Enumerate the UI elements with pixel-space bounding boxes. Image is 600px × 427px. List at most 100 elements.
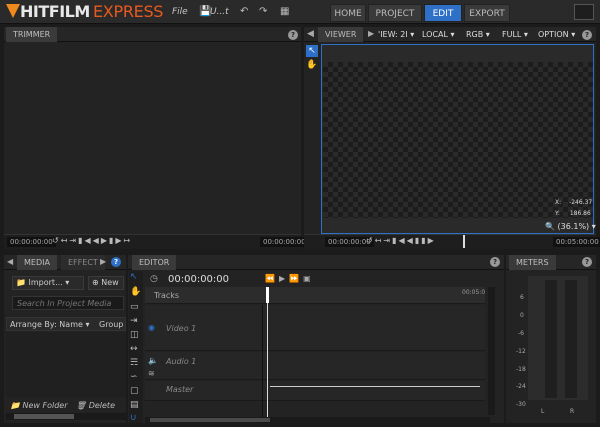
import-button[interactable]: 📁 Import... ▾ — [12, 276, 84, 290]
magnet-icon[interactable]: ∪ — [130, 413, 137, 423]
options-dropdown-label: OPTION — [538, 30, 569, 39]
timeline-nav-icons[interactable]: ⏪▶⏩▣ — [265, 274, 315, 283]
trimmer-transport-icons[interactable]: ↺↤⇥▮◀◀▶▮▶↦ — [52, 236, 132, 245]
meter-scale-minus-24: -24 — [516, 383, 526, 390]
meters-title[interactable]: METERS — [509, 255, 556, 270]
meter-left-label: L — [541, 408, 545, 415]
speaker-icon[interactable]: 🔈 — [148, 356, 158, 365]
quality-dropdown-label: FULL — [502, 30, 522, 39]
media-expand-icon[interactable]: ▶ — [100, 257, 106, 266]
app-logo-accent: EXPRESS — [93, 2, 164, 21]
redo-icon[interactable]: ↷ — [259, 6, 267, 17]
top-bar — [0, 0, 600, 24]
arrange-label: Arrange By: Name — [10, 320, 83, 329]
media-collapse-icon[interactable]: ◀ — [7, 257, 13, 266]
video-track-name: Video 1 — [166, 324, 197, 333]
import-label: Import... — [28, 278, 63, 287]
options-dropdown[interactable]: OPTION ▾ — [538, 30, 575, 39]
zoom-control[interactable]: 🔍 (36.1%) ▾ — [545, 222, 596, 231]
meters-help-icon[interactable]: ? — [582, 257, 592, 267]
slip-tool-icon[interactable]: ↔ — [130, 344, 138, 354]
editor-title[interactable]: EDITOR — [132, 255, 177, 270]
space-dropdown[interactable]: LOCAL ▾ — [422, 30, 455, 39]
app-logo-main: HITFILM — [20, 2, 90, 21]
select-tool-icon[interactable]: ↖ — [130, 272, 138, 282]
editor-timecode[interactable]: 00:00:00:00 — [168, 274, 229, 285]
trimmer-title[interactable]: TRIMMER — [6, 27, 58, 42]
meter-right-label: R — [570, 408, 575, 415]
tab-export[interactable]: EXPORT — [464, 4, 510, 22]
clock-icon: ◷ — [150, 274, 158, 284]
file-menu[interactable]: File — [172, 7, 188, 17]
trimmer-timecode-out[interactable]: 00:00:00:00 — [260, 237, 309, 247]
ripple-tool-icon[interactable]: ⇥ — [130, 316, 138, 326]
viewer-playhead[interactable] — [463, 235, 465, 248]
undo-icon[interactable]: ↶ — [240, 6, 248, 17]
viewer-title[interactable]: VIEWER — [318, 27, 364, 42]
viewer-timecode-end[interactable]: 00:05:00:00 — [553, 237, 600, 247]
roll-tool-icon[interactable]: ◫ — [130, 330, 139, 340]
editor-hscroll-thumb[interactable] — [150, 418, 270, 422]
tab-home[interactable]: HOME — [330, 4, 366, 22]
viewer-help-icon[interactable]: ? — [582, 30, 592, 40]
meter-scale-0: 0 — [520, 312, 524, 319]
eye-icon[interactable]: ◉ — [148, 323, 155, 332]
slice-tool-icon[interactable]: ▭ — [130, 302, 139, 312]
color-dropdown[interactable]: RGB ▾ — [466, 30, 490, 39]
grid-icon[interactable]: ▦ — [280, 6, 289, 17]
timeline-playhead[interactable] — [267, 303, 268, 417]
hand-tool-icon[interactable]: ✋ — [306, 60, 317, 70]
viewer-transport-icons[interactable]: ↺↤⇥▮◀◀▮▮▶ — [366, 236, 436, 245]
trimmer-panel — [4, 27, 301, 249]
meter-scale-minus-30: -30 — [516, 401, 526, 408]
hitfilm-logo-icon — [6, 4, 20, 18]
meter-left-bar — [545, 280, 557, 398]
delete-label: Delete — [88, 401, 115, 410]
space-dropdown-label: LOCAL — [422, 30, 448, 39]
media-help-icon[interactable]: ? — [111, 257, 121, 267]
view-dropdown-label: 'IEW: 2I — [378, 30, 408, 39]
editor-help-icon[interactable]: ? — [490, 257, 500, 267]
delete-button[interactable]: 🗑 Delete — [76, 401, 115, 410]
new-label: New — [101, 278, 119, 287]
film-strip-icon[interactable]: ▤ — [130, 400, 139, 410]
waveform-icon[interactable]: ≋ — [148, 369, 155, 378]
view-dropdown[interactable]: 'IEW: 2I ▾ — [378, 30, 414, 39]
slide-tool-icon[interactable]: ☴ — [130, 358, 138, 368]
collapse-arrow-icon[interactable]: ◀ — [307, 29, 314, 39]
master-track-row[interactable] — [145, 381, 485, 401]
quality-dropdown[interactable]: FULL ▾ — [502, 30, 528, 39]
coord-y-readout: Y: 186.86 — [555, 210, 591, 217]
meter-scale-minus-12: -12 — [516, 348, 526, 355]
project-name: U...t — [210, 7, 229, 17]
new-folder-button[interactable]: 📁 New Folder — [10, 401, 68, 410]
media-scrollbar-thumb[interactable] — [14, 414, 74, 419]
coord-y-value: 186.86 — [569, 210, 591, 217]
trimmer-help-icon[interactable]: ? — [288, 30, 298, 40]
expand-arrow-icon[interactable]: ▶ — [368, 29, 374, 38]
trimmer-timecode-in[interactable]: 00:00:00:00 — [7, 237, 56, 247]
group-dropdown[interactable]: Group — [99, 320, 123, 329]
coord-y-label: Y: — [555, 210, 560, 217]
panel-layout-icon[interactable] — [574, 4, 594, 20]
viewer-canvas[interactable] — [323, 62, 593, 218]
tab-effects[interactable]: EFFECT — [61, 255, 105, 270]
hand-tool-icon[interactable]: ✋ — [130, 287, 141, 297]
rate-tool-icon[interactable]: ∽ — [130, 372, 138, 382]
timeline-playhead-handle[interactable] — [266, 287, 269, 303]
meter-scale-minus-18: -18 — [516, 366, 526, 373]
new-button[interactable]: ⊕ New — [88, 276, 124, 290]
tab-media[interactable]: MEDIA — [17, 255, 57, 270]
film-icon[interactable]: ▢ — [130, 386, 139, 396]
timeline-ruler[interactable] — [145, 287, 485, 304]
meter-right-bar — [565, 280, 577, 398]
tab-project[interactable]: PROJECT — [368, 4, 422, 22]
editor-vscroll[interactable] — [488, 287, 495, 415]
coord-x-label: X: — [555, 199, 562, 206]
tab-edit[interactable]: EDIT — [424, 4, 462, 22]
media-search-input[interactable] — [12, 296, 124, 310]
select-tool-icon[interactable]: ↖ — [306, 45, 318, 57]
media-list[interactable] — [6, 332, 126, 397]
arrange-dropdown[interactable]: Arrange By: Name ▾ — [10, 320, 89, 329]
editor-header — [128, 255, 504, 270]
